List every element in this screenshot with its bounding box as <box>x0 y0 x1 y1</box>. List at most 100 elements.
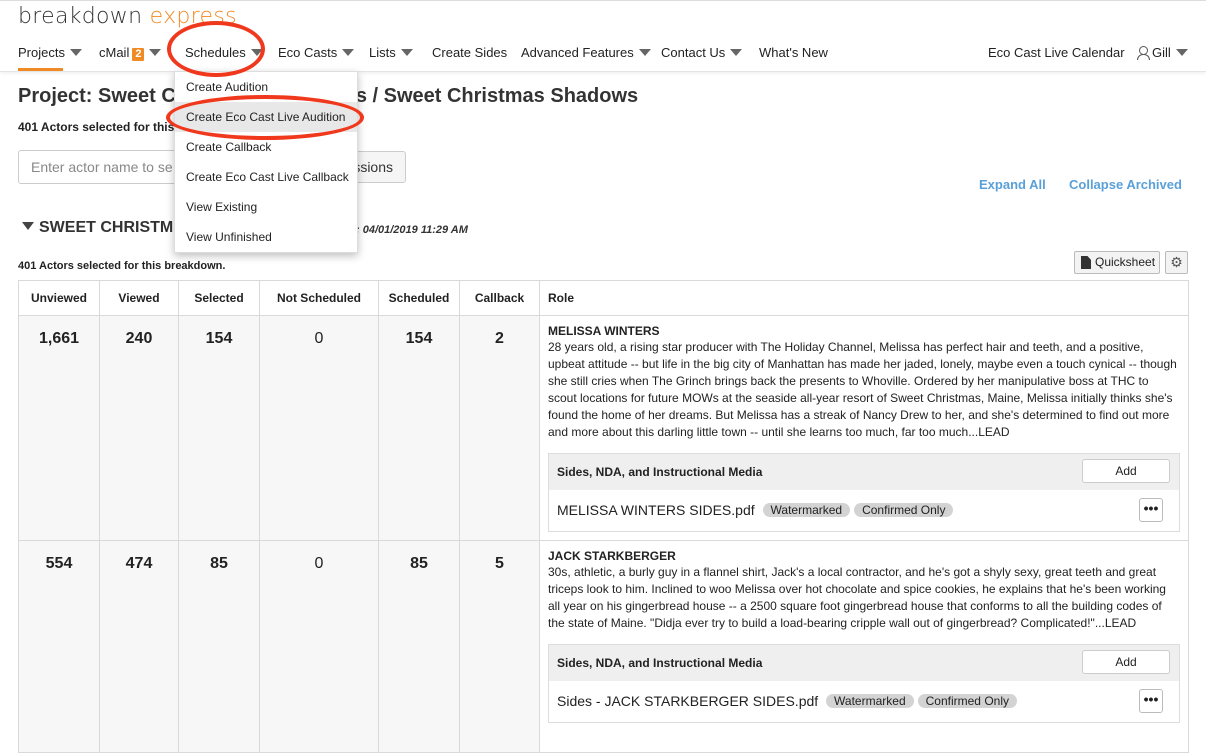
role-cell: JACK STARKBERGER 30s, athletic, a burly … <box>539 540 1189 753</box>
nav-user-menu[interactable]: Gill <box>1137 45 1188 61</box>
user-icon <box>1137 46 1150 61</box>
media-file-row: MELISSA WINTERS SIDES.pdf Watermarked Con… <box>549 490 1179 531</box>
nav-lists-label: Lists <box>369 45 396 60</box>
nav-lists[interactable]: Lists <box>369 45 413 60</box>
role-description: 28 years old, a rising star producer wit… <box>548 340 1177 439</box>
nav-contact-us[interactable]: Contact Us <box>661 45 743 60</box>
breakdown-heading[interactable]: SWEET CHRISTM <box>22 219 173 237</box>
table-row: 1,661 240 154 0 154 2 MELISSA WINTERS 28… <box>18 315 1189 541</box>
viewed-count[interactable]: 240 <box>99 315 179 541</box>
menu-item-create-callback[interactable]: Create Callback <box>175 132 357 162</box>
viewed-count[interactable]: 474 <box>99 540 179 753</box>
roles-table: Unviewed Viewed Selected Not Scheduled S… <box>18 280 1189 753</box>
unviewed-count[interactable]: 554 <box>18 540 100 753</box>
table-row: 554 474 85 0 85 5 JACK STARKBERGER 30s, … <box>18 540 1189 753</box>
role-description: 30s, athletic, a burly guy in a flannel … <box>548 565 1166 630</box>
chevron-down-icon <box>638 49 651 57</box>
file-name-link[interactable]: Sides - JACK STARKBERGER SIDES.pdf <box>557 693 818 709</box>
confirmed-only-badge: Confirmed Only <box>854 503 954 518</box>
selected-count[interactable]: 154 <box>178 315 260 541</box>
scheduled-count[interactable]: 85 <box>378 540 460 753</box>
top-border <box>0 0 1206 1</box>
callback-count[interactable]: 2 <box>459 315 540 541</box>
chevron-down-icon <box>1175 49 1188 57</box>
breakdown-date: : 04/01/2019 11:29 AM <box>356 224 468 236</box>
nav-schedules-label: Schedules <box>185 45 246 60</box>
col-header-callback[interactable]: Callback <box>459 280 540 316</box>
collapse-triangle-icon <box>22 221 34 230</box>
logo-main: breakdown <box>18 4 150 29</box>
nav-contact-us-label: Contact Us <box>661 45 726 60</box>
logo-accent: express <box>149 4 237 29</box>
nav-eco-casts[interactable]: Eco Casts <box>278 45 355 60</box>
chevron-down-icon <box>400 49 413 57</box>
nav-schedules[interactable]: Schedules <box>185 45 263 60</box>
collapse-archived-link[interactable]: Collapse Archived <box>1069 177 1182 192</box>
col-header-not-scheduled[interactable]: Not Scheduled <box>259 280 379 316</box>
nav-cmail-label: cMail <box>99 45 130 60</box>
menu-item-view-existing[interactable]: View Existing <box>175 192 357 222</box>
media-panel-header: Sides, NDA, and Instructional Media Add <box>549 454 1179 490</box>
selected-count[interactable]: 85 <box>178 540 260 753</box>
gear-icon[interactable]: ⚙ <box>1165 251 1188 274</box>
media-panel-title: Sides, NDA, and Instructional Media <box>557 656 763 670</box>
table-header-row: Unviewed Viewed Selected Not Scheduled S… <box>18 280 1189 316</box>
quicksheet-button[interactable]: Quicksheet <box>1074 251 1160 274</box>
add-media-button[interactable]: Add <box>1082 459 1170 483</box>
col-header-scheduled[interactable]: Scheduled <box>378 280 460 316</box>
nav-cmail[interactable]: cMail 2 <box>99 45 162 61</box>
chevron-down-icon <box>69 49 82 57</box>
file-name-link[interactable]: MELISSA WINTERS SIDES.pdf <box>557 502 755 518</box>
media-panel-header: Sides, NDA, and Instructional Media Add <box>549 645 1179 681</box>
callback-count[interactable]: 5 <box>459 540 540 753</box>
not-scheduled-count[interactable]: 0 <box>259 540 379 753</box>
media-panel: Sides, NDA, and Instructional Media Add M… <box>548 453 1180 532</box>
nav-advanced-features-label: Advanced Features <box>521 45 634 60</box>
project-actors-selected: 401 Actors selected for this <box>18 120 175 134</box>
breakdown-heading-label: SWEET CHRISTM <box>39 219 174 236</box>
col-header-viewed[interactable]: Viewed <box>99 280 179 316</box>
cmail-count-badge: 2 <box>132 48 145 61</box>
more-options-button[interactable]: ••• <box>1139 498 1163 522</box>
confirmed-only-badge: Confirmed Only <box>917 694 1017 709</box>
media-file-row: Sides - JACK STARKBERGER SIDES.pdf Water… <box>549 681 1179 722</box>
role-name: JACK STARKBERGER <box>548 549 676 563</box>
schedules-dropdown-menu: Create Audition Create Eco Cast Live Aud… <box>174 71 358 253</box>
active-tab-indicator <box>18 68 63 71</box>
main-nav: Projects cMail 2 Schedules Eco Casts List… <box>0 40 1206 72</box>
nav-projects-label: Projects <box>18 45 65 60</box>
scheduled-count[interactable]: 154 <box>378 315 460 541</box>
col-header-role: Role <box>539 280 1189 316</box>
col-header-selected[interactable]: Selected <box>178 280 260 316</box>
nav-create-sides[interactable]: Create Sides <box>432 45 507 60</box>
menu-item-create-audition[interactable]: Create Audition <box>175 72 357 102</box>
page-title-left: Project: Sweet C <box>18 85 176 107</box>
media-panel: Sides, NDA, and Instructional Media Add S… <box>548 644 1180 723</box>
chevron-down-icon <box>149 49 162 57</box>
chevron-down-icon <box>342 49 355 57</box>
document-icon <box>1081 256 1091 269</box>
add-media-button[interactable]: Add <box>1082 650 1170 674</box>
breakdown-actors-selected: 401 Actors selected for this breakdown. <box>18 260 226 272</box>
nav-projects[interactable]: Projects <box>18 45 82 60</box>
nav-whats-new[interactable]: What's New <box>759 45 828 60</box>
expand-all-link[interactable]: Expand All <box>979 177 1046 192</box>
watermarked-badge: Watermarked <box>762 503 851 518</box>
menu-item-view-unfinished[interactable]: View Unfinished <box>175 222 357 252</box>
not-scheduled-count[interactable]: 0 <box>259 315 379 541</box>
media-panel-title: Sides, NDA, and Instructional Media <box>557 465 763 479</box>
app-logo[interactable]: breakdown express <box>18 4 237 29</box>
user-name: Gill <box>1152 45 1171 60</box>
menu-item-create-eco-cast-live-callback[interactable]: Create Eco Cast Live Callback <box>175 162 357 192</box>
unviewed-count[interactable]: 1,661 <box>18 315 100 541</box>
nav-eco-casts-label: Eco Casts <box>278 45 338 60</box>
nav-eco-cast-live-calendar[interactable]: Eco Cast Live Calendar <box>988 45 1125 60</box>
watermarked-badge: Watermarked <box>826 694 914 709</box>
quicksheet-label: Quicksheet <box>1095 255 1156 269</box>
chevron-down-icon <box>250 49 263 57</box>
col-header-unviewed[interactable]: Unviewed <box>18 280 100 316</box>
menu-item-create-eco-cast-live-audition[interactable]: Create Eco Cast Live Audition <box>175 102 357 132</box>
nav-advanced-features[interactable]: Advanced Features <box>521 45 651 60</box>
chevron-down-icon <box>730 49 743 57</box>
more-options-button[interactable]: ••• <box>1139 689 1163 713</box>
